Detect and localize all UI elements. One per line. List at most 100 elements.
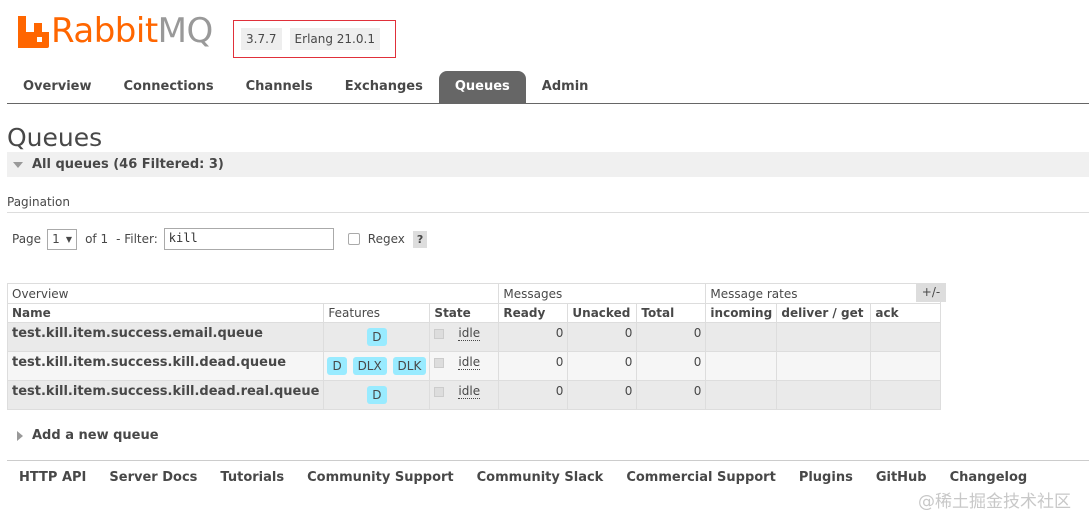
watermark: @稀土掘金技术社区 <box>918 492 1071 512</box>
state-indicator-icon <box>434 357 445 368</box>
regex-checkbox[interactable] <box>347 233 360 245</box>
page-title: Queues <box>7 123 103 152</box>
footer-link-changelog[interactable]: Changelog <box>950 470 1028 485</box>
col-deliver-get[interactable]: deliver / get <box>776 303 872 323</box>
queue-name-link[interactable]: test.kill.item.success.kill.dead.real.qu… <box>6 380 325 410</box>
feature-badge-durable: D <box>367 386 387 404</box>
table-row: test.kill.item.success.kill.dead.queue D… <box>6 351 942 381</box>
feature-badge-durable: D <box>327 357 347 375</box>
footer-links: HTTP API Server Docs Tutorials Community… <box>19 470 1027 485</box>
incoming-value <box>705 322 778 352</box>
col-incoming[interactable]: incoming <box>705 303 778 323</box>
footer-link-tutorials[interactable]: Tutorials <box>220 470 284 485</box>
col-total[interactable]: Total <box>636 303 707 323</box>
regex-label: Regex <box>367 232 405 246</box>
pagination-divider <box>7 212 1089 213</box>
state-cell: idle <box>429 322 500 352</box>
filter-input[interactable]: kill <box>163 228 334 250</box>
state-text: idle <box>458 384 481 399</box>
ack-value <box>870 322 942 352</box>
features-cell: D <box>323 380 431 410</box>
group-message-rates: Message rates <box>705 283 942 304</box>
pagination-controls: Page 1 ▼ of 1 - Filter: kill Regex ? <box>12 228 428 250</box>
ready-value: 0 <box>498 380 569 410</box>
tab-queues[interactable]: Queues <box>438 71 526 103</box>
footer-link-http-api[interactable]: HTTP API <box>19 470 86 485</box>
features-cell: D DLX DLK <box>323 351 431 381</box>
tab-exchanges[interactable]: Exchanges <box>329 71 439 103</box>
unacked-value: 0 <box>567 322 638 352</box>
unacked-value: 0 <box>567 351 638 381</box>
deliver-value <box>776 322 872 352</box>
ack-value <box>870 351 942 381</box>
state-text: idle <box>458 326 481 341</box>
regex-help-button[interactable]: ? <box>412 230 428 248</box>
state-indicator-icon <box>434 386 445 397</box>
feature-badge-dlk: DLK <box>392 357 427 375</box>
filter-label: - Filter: <box>116 232 158 246</box>
col-ack[interactable]: ack <box>870 303 942 323</box>
total-value: 0 <box>636 322 707 352</box>
state-cell: idle <box>429 351 500 381</box>
col-features: Features <box>323 303 431 323</box>
add-queue-toggle[interactable]: Add a new queue <box>17 428 159 443</box>
rabbitmq-logo-icon <box>18 16 49 48</box>
state-text: idle <box>458 355 481 370</box>
group-overview: Overview <box>6 283 500 304</box>
table-row: test.kill.item.success.email.queue D idl… <box>6 322 942 352</box>
state-cell: idle <box>429 380 500 410</box>
section-title: All queues (46 Filtered: 3) <box>32 157 224 172</box>
deliver-value <box>776 351 872 381</box>
queue-name-link[interactable]: test.kill.item.success.email.queue <box>6 322 325 352</box>
col-name[interactable]: Name <box>6 303 325 323</box>
column-toggle-button[interactable]: +/- <box>916 283 946 302</box>
rabbitmq-logo[interactable]: RabbitMQ <box>18 12 213 48</box>
footer-link-community-slack[interactable]: Community Slack <box>477 470 604 485</box>
version-info: 3.7.7 Erlang 21.0.1 <box>233 20 396 58</box>
footer-link-commercial-support[interactable]: Commercial Support <box>626 470 776 485</box>
tab-overview[interactable]: Overview <box>7 71 108 103</box>
queue-name-link[interactable]: test.kill.item.success.kill.dead.queue <box>6 351 325 381</box>
queues-table: Overview Messages Message rates Name Fea… <box>6 283 942 410</box>
main-tabs: Overview Connections Channels Exchanges … <box>7 71 1089 104</box>
tab-connections[interactable]: Connections <box>108 71 230 103</box>
col-ready[interactable]: Ready <box>498 303 569 323</box>
deliver-value <box>776 380 872 410</box>
group-messages: Messages <box>498 283 707 304</box>
footer-link-github[interactable]: GitHub <box>876 470 927 485</box>
tab-channels[interactable]: Channels <box>230 71 329 103</box>
feature-badge-dlx: DLX <box>352 357 387 375</box>
logo-text: RabbitMQ <box>51 11 213 51</box>
ready-value: 0 <box>498 351 569 381</box>
table-row: test.kill.item.success.kill.dead.real.qu… <box>6 380 942 410</box>
rabbitmq-version: 3.7.7 <box>241 28 282 50</box>
total-value: 0 <box>636 351 707 381</box>
col-unacked[interactable]: Unacked <box>567 303 638 323</box>
page-select-value: 1 <box>52 232 60 246</box>
chevron-down-icon: ▼ <box>65 234 73 244</box>
col-state[interactable]: State <box>429 303 500 323</box>
all-queues-section-toggle[interactable]: All queues (46 Filtered: 3) <box>7 152 1089 177</box>
pagination-label: Pagination <box>7 195 70 209</box>
collapse-arrow-icon <box>13 161 23 168</box>
incoming-value <box>705 380 778 410</box>
footer-link-plugins[interactable]: Plugins <box>799 470 853 485</box>
page-select[interactable]: 1 ▼ <box>47 228 78 250</box>
total-value: 0 <box>636 380 707 410</box>
feature-badge-durable: D <box>367 328 387 346</box>
footer-link-community-support[interactable]: Community Support <box>307 470 454 485</box>
state-indicator-icon <box>434 328 445 339</box>
ack-value <box>870 380 942 410</box>
add-queue-label: Add a new queue <box>32 428 159 443</box>
footer-divider <box>7 460 1089 461</box>
page-label: Page <box>12 232 42 246</box>
erlang-version: Erlang 21.0.1 <box>289 28 380 50</box>
incoming-value <box>705 351 778 381</box>
footer-link-server-docs[interactable]: Server Docs <box>109 470 197 485</box>
ready-value: 0 <box>498 322 569 352</box>
features-cell: D <box>323 322 431 352</box>
expand-arrow-icon <box>17 430 23 441</box>
page-count-label: of 1 <box>85 232 109 246</box>
tab-admin[interactable]: Admin <box>526 71 605 103</box>
unacked-value: 0 <box>567 380 638 410</box>
